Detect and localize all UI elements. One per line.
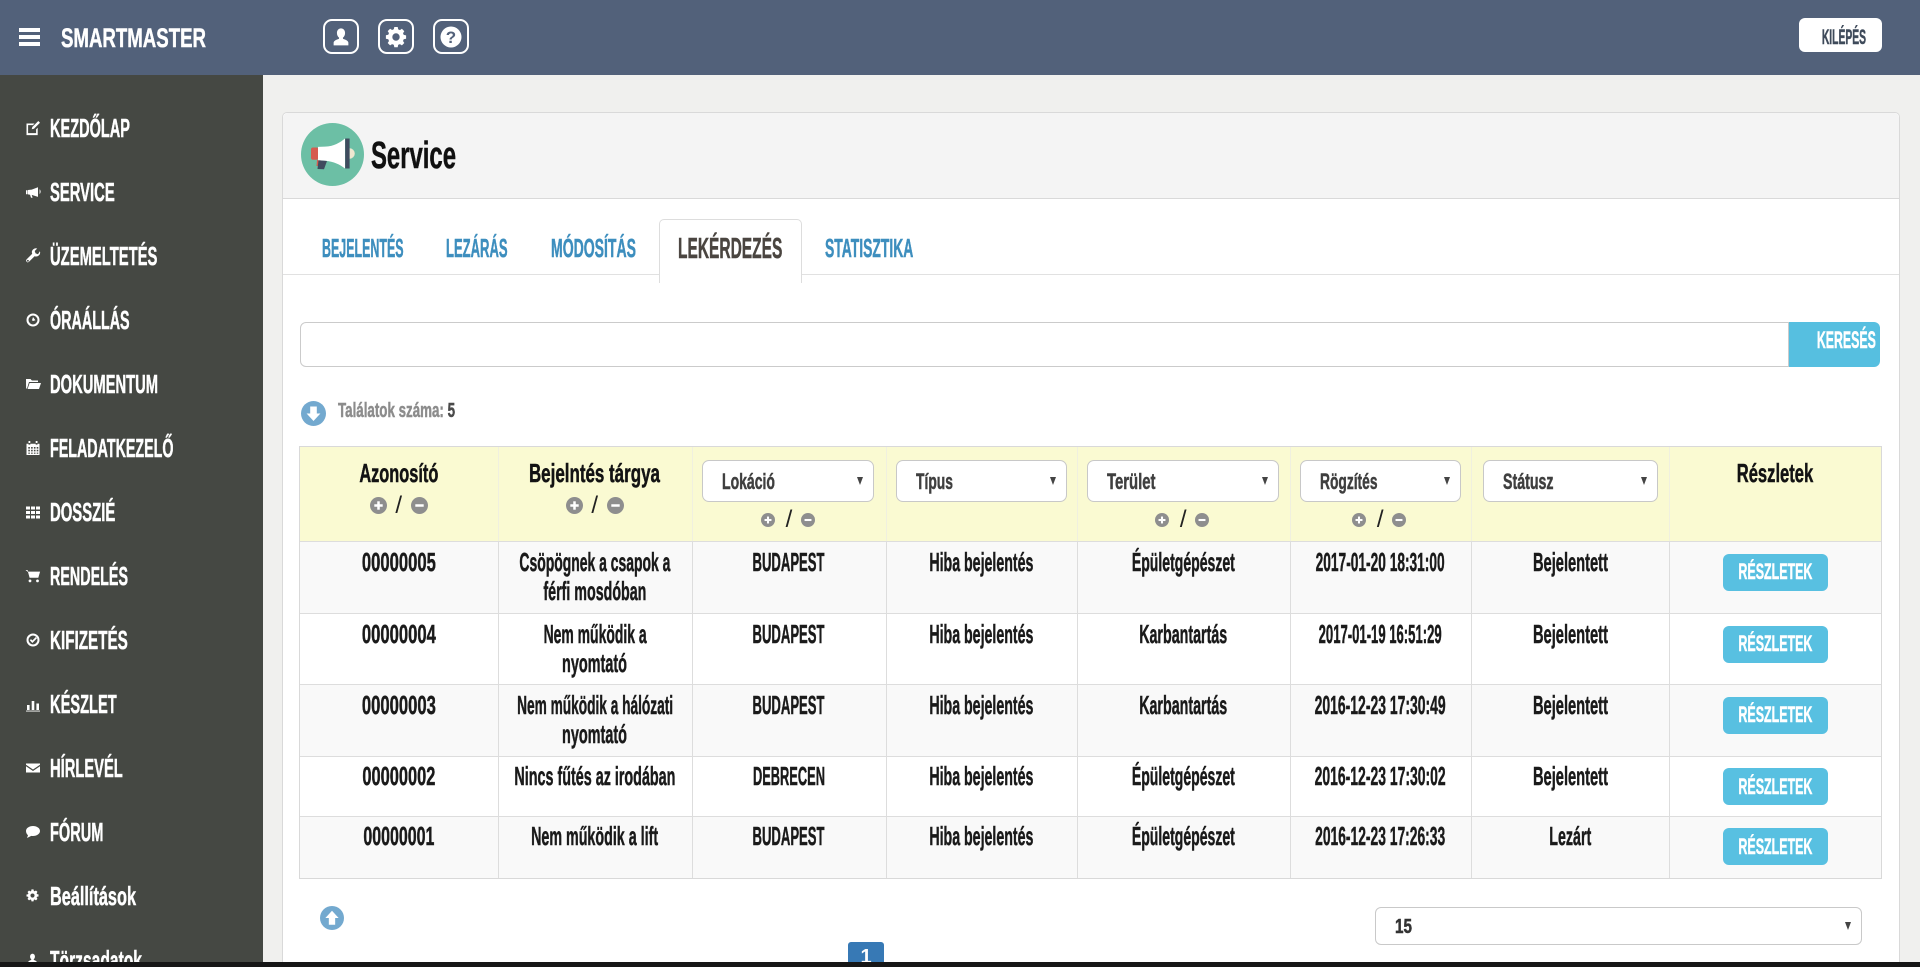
svg-text:?: ? [446, 28, 456, 47]
